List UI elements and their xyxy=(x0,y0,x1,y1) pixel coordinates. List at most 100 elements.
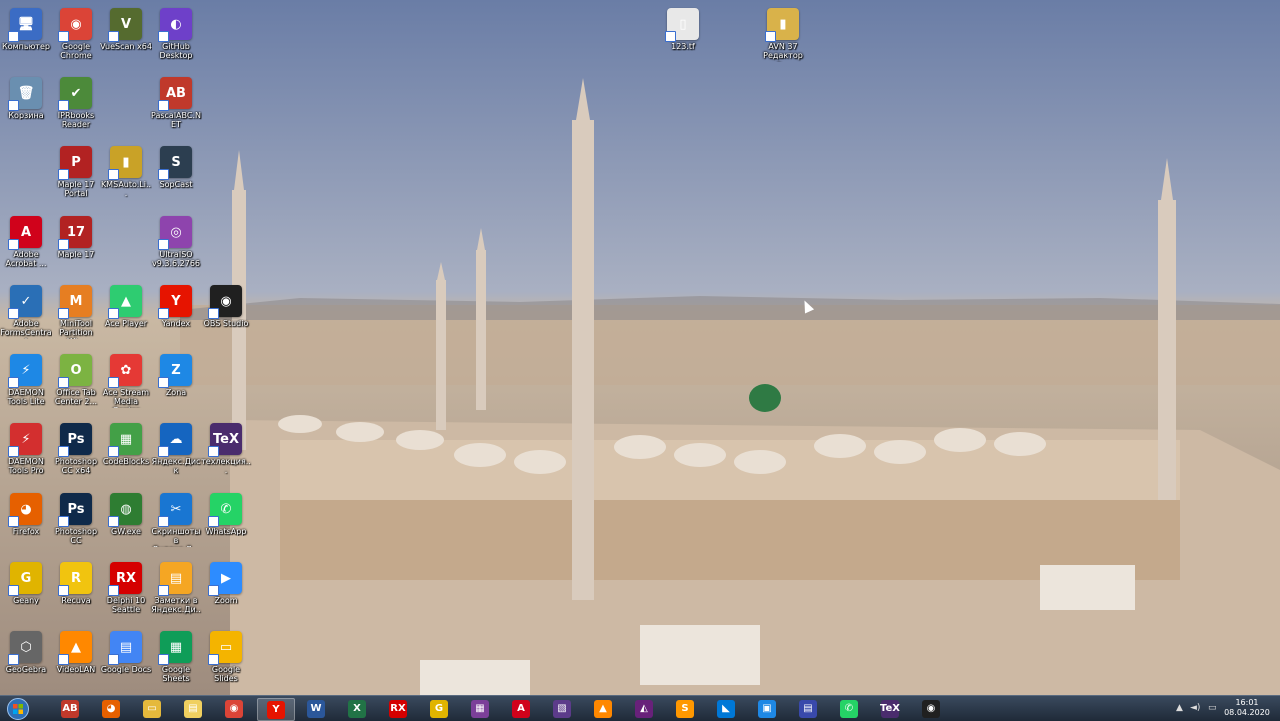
taskbar-button-tex[interactable]: TeX xyxy=(872,698,908,719)
desktop-icon[interactable]: ▤ Google Docs xyxy=(100,627,152,693)
desktop-icon[interactable]: RX Delphi 10 Seattle xyxy=(100,558,152,624)
desktop-icon[interactable]: ◎ UltraISO v9.3.6.2766 xyxy=(150,212,202,278)
taskbar-button-pascalabc[interactable]: AB xyxy=(52,698,88,719)
desktop-icon[interactable]: ◉ Google Chrome xyxy=(50,4,102,70)
clock[interactable]: 16:01 08.04.2020 xyxy=(1222,698,1272,718)
taskbar-button-vlc[interactable]: ▲ xyxy=(585,698,621,719)
desktop-icon-label: 123.tf xyxy=(671,42,695,51)
desktop-icon[interactable]: Y Yandex xyxy=(150,281,202,347)
desktop-icon[interactable]: ⚡ DAEMON Tools Lite xyxy=(0,350,52,416)
desktop-icon-label: Скриншоты в Яндекс.Д... xyxy=(151,527,201,547)
taskbar-button-geany[interactable]: G xyxy=(421,698,457,719)
desktop-icon[interactable]: 17 Maple 17 xyxy=(50,212,102,278)
taskbar-button-sublime[interactable]: S xyxy=(667,698,703,719)
desktop-icon[interactable]: ▦ Google Sheets xyxy=(150,627,202,693)
taskbar-button-chrome[interactable]: ◉ xyxy=(216,698,252,719)
desktop-icon[interactable]: ✔ IPRbooks Reader xyxy=(50,73,102,139)
desktop-icon-label: Zoom xyxy=(214,596,238,605)
app-icon: Ps xyxy=(58,493,92,527)
taskbar-button-visual-studio[interactable]: ◭ xyxy=(626,698,662,719)
desktop-icon[interactable]: V VueScan x64 xyxy=(100,4,152,70)
app-icon: ◉ xyxy=(58,8,92,42)
desktop-icon[interactable]: ▮AVN 37 Редактор в... xyxy=(757,4,809,70)
tray-expand-icon[interactable]: ▲ xyxy=(1176,703,1183,713)
desktop-icon[interactable]: ⚡ DAEMON Tools Pro xyxy=(0,419,52,485)
taskbar-button-acrobat[interactable]: A xyxy=(503,698,539,719)
windows-logo-icon xyxy=(7,697,29,720)
volume-icon[interactable]: ◄) xyxy=(1190,703,1200,713)
app-icon: P xyxy=(58,146,92,180)
desktop-icon[interactable]: ◍ GW.exe xyxy=(100,489,152,555)
desktop-icon[interactable]: P Maple 17 Portal xyxy=(50,142,102,208)
whatsapp-icon: ✆ xyxy=(840,699,858,718)
desktop-icon[interactable]: ▭ Google Slides xyxy=(200,627,252,693)
taskbar-button-obs[interactable]: ◉ xyxy=(913,698,949,719)
desktop-icon[interactable]: ✿Ace Stream Media Center xyxy=(100,350,152,416)
taskbar-button-app-window[interactable]: ▣ xyxy=(749,698,785,719)
desktop-icon[interactable]: ✆ WhatsApp xyxy=(200,489,252,555)
desktop-icon[interactable]: O Office Tab Center 2... xyxy=(50,350,102,416)
desktop-icon[interactable]: ▲ VideoLAN xyxy=(50,627,102,693)
taskbar-button-firefox[interactable]: ◕ xyxy=(93,698,129,719)
desktop-icon[interactable]: ◉ OBS Studio xyxy=(200,281,252,347)
desktop-icon[interactable]: AB PascalABC.NET xyxy=(150,73,202,139)
taskbar-button-maple[interactable]: ▧ xyxy=(544,698,580,719)
desktop-icon[interactable]: ◕ Firefox xyxy=(0,489,52,555)
taskbar-button-yandex[interactable]: Y xyxy=(257,698,295,721)
app-icon: ✂ xyxy=(158,493,192,527)
desktop-icon[interactable]: ▮ KMSAuto.Li... xyxy=(100,142,152,208)
desktop-icon-label: GW.exe xyxy=(111,527,141,536)
start-button[interactable] xyxy=(4,697,32,720)
desktop-icon[interactable]: ▯ 123.tf xyxy=(657,4,709,70)
desktop-icon-label: AVN 37 Редактор в... xyxy=(763,42,803,62)
app-icon: RX xyxy=(108,562,142,596)
app-icon: 🖥 xyxy=(8,8,42,42)
taskbar-button-delphi[interactable]: RX xyxy=(380,698,416,719)
acrobat-icon: A xyxy=(512,699,530,718)
obs-icon: ◉ xyxy=(922,699,940,718)
desktop-icon[interactable]: A Adobe Acrobat ... xyxy=(0,212,52,278)
desktop-icon[interactable]: S SopCast xyxy=(150,142,202,208)
desktop-icon-label: Geany xyxy=(13,596,39,605)
network-icon[interactable]: ▭ xyxy=(1208,703,1217,713)
desktop-icon-label: VideoLAN xyxy=(56,665,96,674)
desktop-icon-label: Ace Stream Media Center xyxy=(102,388,150,408)
desktop-icon[interactable]: Ps Photoshop CC x64 xyxy=(50,419,102,485)
app-icon: ◕ xyxy=(8,493,42,527)
taskbar-button-save-app[interactable]: ▤ xyxy=(790,698,826,719)
desktop-icon[interactable]: R Recuva xyxy=(50,558,102,624)
desktop-icon[interactable]: ▤Заметки в Яндекс.Ди... xyxy=(150,558,202,624)
taskbar-button-excel[interactable]: X xyxy=(339,698,375,719)
desktop-icon-label: VueScan x64 xyxy=(100,42,152,51)
desktop-icon[interactable]: ▦ CodeBlocks xyxy=(100,419,152,485)
desktop-icon[interactable]: TeX техлекция... xyxy=(200,419,252,485)
app-icon: ✔ xyxy=(58,77,92,111)
taskbar-button-winrar[interactable]: ▦ xyxy=(462,698,498,719)
firefox-icon: ◕ xyxy=(102,699,120,718)
taskbar-button-whatsapp[interactable]: ✆ xyxy=(831,698,867,719)
desktop-icon-label: Office Tab Center 2... xyxy=(54,388,98,406)
desktop-icon[interactable]: ✓Adobe FormsCentral xyxy=(0,281,52,347)
taskbar-button-word[interactable]: W xyxy=(298,698,334,719)
app-icon: Y xyxy=(158,285,192,319)
desktop-icon[interactable]: ◐ GitHub Desktop xyxy=(150,4,202,70)
desktop-icon[interactable]: Ps Photoshop CC xyxy=(50,489,102,555)
desktop-icon[interactable]: Z Zona xyxy=(150,350,202,416)
desktop-icon[interactable]: ▶ Zoom xyxy=(200,558,252,624)
app-icon: Z xyxy=(158,354,192,388)
desktop-icon[interactable]: ☁ Яндекс.Диск xyxy=(150,419,202,485)
taskbar-button-files[interactable]: ▤ xyxy=(175,698,211,719)
desktop-icon[interactable]: 🖥 Компьютер xyxy=(0,4,52,70)
desktop-icon[interactable]: MMiniTool Partition Wi... xyxy=(50,281,102,347)
taskbar-button-vscode[interactable]: ◣ xyxy=(708,698,744,719)
desktop-icon[interactable]: G Geany xyxy=(0,558,52,624)
desktop-icon-label: Zona xyxy=(165,388,187,397)
desktop-icon[interactable]: ✂Скриншоты в Яндекс.Д... xyxy=(150,489,202,555)
desktop-icon[interactable]: 🗑 Корзина xyxy=(0,73,52,139)
taskbar-button-explorer[interactable]: ▭ xyxy=(134,698,170,719)
desktop-icon[interactable]: ▲ Ace Player xyxy=(100,281,152,347)
desktop-icon[interactable]: ⬡ GeoGebra xyxy=(0,627,52,693)
system-tray: ▲ ◄) ▭ 16:01 08.04.2020 xyxy=(1170,696,1280,721)
desktop-icon-label: CodeBlocks xyxy=(102,457,150,466)
clock-time: 16:01 xyxy=(1235,698,1259,707)
